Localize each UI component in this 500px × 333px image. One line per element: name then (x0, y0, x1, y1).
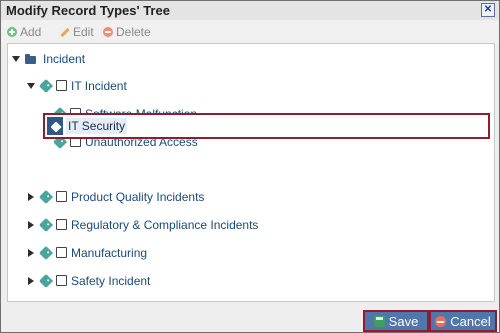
tag-icon (47, 117, 63, 135)
caret-right-icon[interactable] (28, 249, 34, 257)
tree-node-it-incident[interactable]: IT Incident (8, 76, 268, 96)
caret-right-icon[interactable] (28, 193, 34, 201)
checkbox[interactable] (56, 247, 67, 258)
cancel-label: Cancel (450, 313, 491, 329)
tag-icon (38, 245, 54, 261)
save-button[interactable]: Save (363, 310, 429, 332)
tag-icon (38, 78, 54, 94)
tree-node-regulatory-compliance[interactable]: Regulatory & Compliance Incidents (8, 215, 338, 235)
dialog-title: Modify Record Types' Tree (6, 3, 170, 18)
tree-node-safety-incident[interactable]: Safety Incident (8, 271, 268, 291)
folder-open-icon (25, 54, 36, 64)
tree-node-product-quality[interactable]: Product Quality Incidents (8, 187, 328, 207)
delete-label: Delete (116, 25, 151, 39)
tree-node-it-security-selected[interactable]: IT Security (43, 113, 490, 139)
caret-right-icon[interactable] (28, 221, 34, 229)
edit-button[interactable]: Edit (59, 25, 94, 39)
save-icon (373, 315, 385, 327)
minus-circle-icon (103, 27, 113, 37)
tree-node-label: Product Quality Incidents (71, 190, 205, 204)
cancel-icon (435, 315, 447, 327)
modify-record-types-dialog: Modify Record Types' Tree ✕ Add Edit Del… (0, 0, 500, 333)
it-security-input[interactable]: IT Security (66, 118, 128, 134)
tag-icon (38, 217, 54, 233)
plus-circle-icon (7, 27, 17, 37)
tree-node-label: IT Incident (71, 79, 127, 93)
add-button[interactable]: Add (7, 25, 41, 39)
checkbox[interactable] (56, 191, 67, 202)
caret-down-icon[interactable] (27, 83, 35, 89)
pencil-icon (59, 27, 69, 37)
tag-icon (38, 273, 54, 289)
dialog-titlebar: Modify Record Types' Tree ✕ (1, 1, 499, 20)
record-types-tree: Incident IT Incident Software Malfunctio… (7, 43, 495, 302)
tree-node-label: Manufacturing (71, 246, 148, 260)
checkbox[interactable] (56, 80, 67, 91)
tree-node-label: Incident (43, 52, 86, 66)
checkbox[interactable] (56, 275, 67, 286)
close-icon[interactable]: ✕ (481, 3, 495, 17)
caret-down-icon[interactable] (12, 56, 20, 62)
tree-node-label: Regulatory & Compliance Incidents (71, 218, 259, 232)
caret-right-icon[interactable] (28, 277, 34, 285)
cancel-button[interactable]: Cancel (429, 310, 497, 332)
add-label: Add (20, 25, 42, 39)
tag-icon (38, 189, 54, 205)
tree-node-label: Safety Incident (71, 274, 151, 288)
edit-label: Edit (73, 25, 94, 39)
tree-node-incident[interactable]: Incident (8, 49, 208, 69)
edit-field[interactable]: IT Security (45, 115, 488, 137)
checkbox[interactable] (56, 219, 67, 230)
toolbar: Add Edit Delete (1, 20, 499, 44)
delete-button[interactable]: Delete (103, 25, 151, 39)
save-label: Save (388, 313, 419, 329)
tree-node-manufacturing[interactable]: Manufacturing (8, 243, 268, 263)
